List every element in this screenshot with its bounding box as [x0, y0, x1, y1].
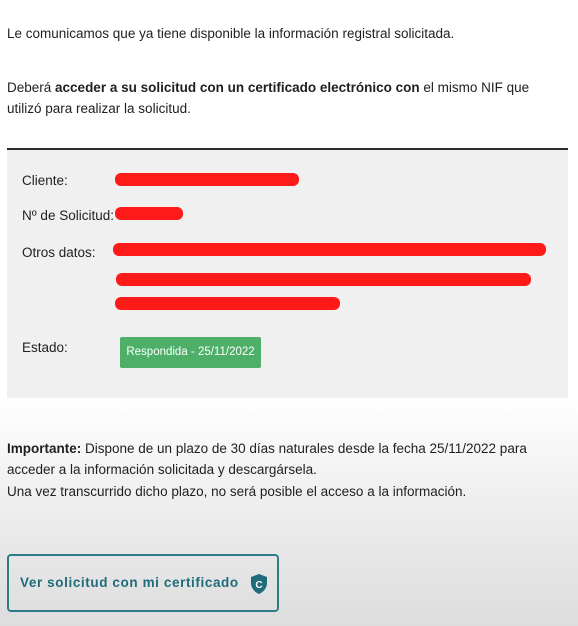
view-with-certificate-label: Ver solicitud con mi certificado	[20, 575, 239, 590]
view-with-certificate-button[interactable]: Ver solicitud con mi certificado C	[7, 554, 279, 612]
intro-message: Le comunicamos que ya tiene disponible l…	[7, 26, 455, 41]
access-prefix: Deberá	[7, 80, 56, 95]
important-label: Importante:	[7, 441, 82, 456]
cliente-redacted-value	[115, 173, 299, 186]
important-notice: Importante: Dispone de un plazo de 30 dí…	[7, 438, 567, 480]
otros-datos-redacted-line-2	[116, 273, 531, 286]
solicitud-label: Nº de Solicitud:	[22, 208, 114, 223]
otros-datos-redacted-line-3	[115, 297, 340, 310]
svg-text:C: C	[255, 580, 262, 591]
otros-datos-redacted-line-1	[113, 243, 546, 256]
cliente-label: Cliente:	[22, 173, 68, 188]
expiry-notice: Una vez transcurrido dicho plazo, no ser…	[7, 484, 467, 499]
estado-label: Estado:	[22, 340, 68, 355]
request-details-panel: Cliente: Nº de Solicitud: Otros datos: E…	[7, 148, 568, 398]
otros-datos-label: Otros datos:	[22, 245, 96, 260]
solicitud-redacted-value	[115, 207, 183, 220]
status-badge: Respondida - 25/11/2022	[120, 337, 261, 368]
shield-c-icon: C	[249, 573, 269, 595]
access-instructions: Deberá acceder a su solicitud con un cer…	[7, 77, 567, 119]
important-text: Dispone de un plazo de 30 días naturales…	[7, 441, 527, 477]
access-bold-text: acceder a su solicitud con un certificad…	[55, 80, 420, 95]
